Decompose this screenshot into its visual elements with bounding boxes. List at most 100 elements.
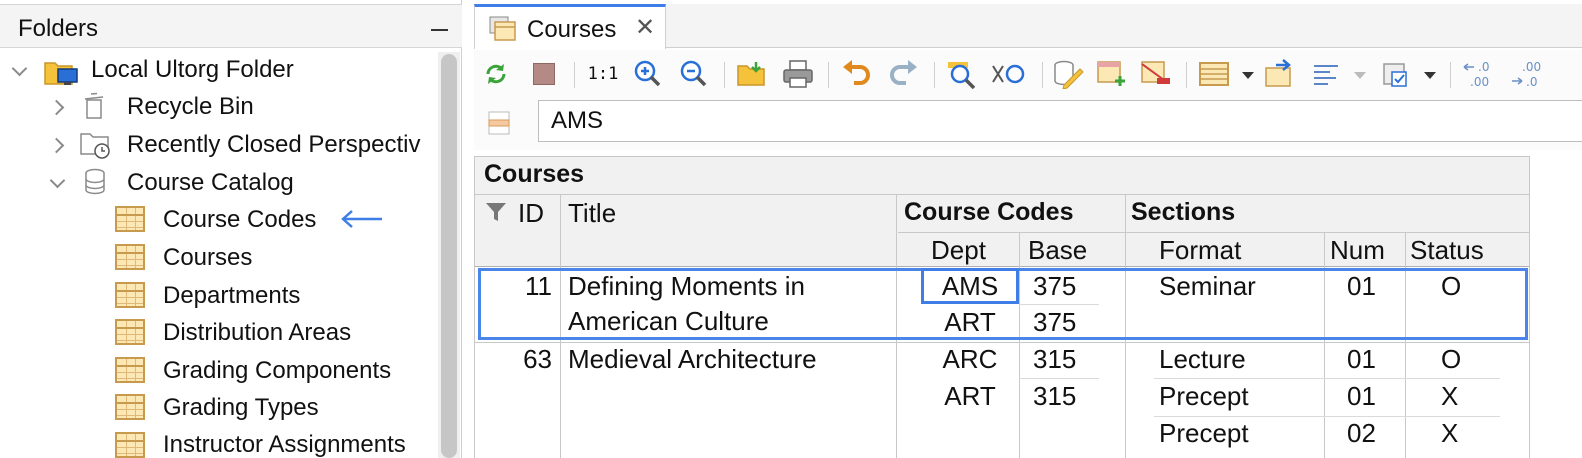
trash-icon: [84, 92, 104, 119]
header-id[interactable]: ID: [518, 198, 544, 229]
header-format[interactable]: Format: [1159, 235, 1241, 266]
courses-panel: Courses ✕ 1:1 .0 .00 .00 .0 AMS Courses …: [474, 0, 1582, 458]
tree-item-course-codes[interactable]: Course Codes: [163, 206, 316, 234]
cell-status[interactable]: X: [1441, 418, 1458, 449]
folders-title: Folders: [18, 15, 99, 42]
cell-dept[interactable]: AMS: [898, 271, 1042, 302]
scrollbar-thumb[interactable]: [441, 54, 457, 458]
perspective-icon: [489, 16, 516, 41]
header-status[interactable]: Status: [1410, 235, 1484, 266]
tree-item-courses[interactable]: Courses: [163, 244, 252, 272]
chevron-down-icon[interactable]: [1354, 72, 1366, 79]
delete-row-icon[interactable]: [1140, 58, 1172, 90]
cell-id[interactable]: 63: [474, 344, 552, 375]
cell-num[interactable]: 01: [1347, 344, 1376, 375]
grid-title: Courses: [484, 160, 585, 188]
cell-num[interactable]: 01: [1347, 271, 1376, 302]
tree-item-course-catalog[interactable]: Course Catalog: [127, 169, 294, 197]
tree-item-recently-closed[interactable]: Recently Closed Perspectiv: [127, 131, 420, 159]
tree-item-root[interactable]: Local Ultorg Folder: [91, 56, 294, 84]
cell-base[interactable]: 315: [1033, 344, 1076, 375]
tree-item-grading-components[interactable]: Grading Components: [163, 357, 391, 385]
cell-num[interactable]: 01: [1347, 381, 1376, 412]
zoom-out-icon[interactable]: [678, 58, 710, 90]
header-sections[interactable]: Sections: [1131, 198, 1235, 227]
align-left-icon[interactable]: [1310, 58, 1342, 90]
refresh-icon[interactable]: [480, 58, 512, 90]
filter-input[interactable]: [538, 100, 1582, 142]
export-icon[interactable]: [1264, 58, 1296, 90]
left-arrow-icon: [341, 210, 382, 228]
table-icon: [115, 432, 145, 458]
expand-chevron-icon[interactable]: [48, 136, 68, 156]
find-replace-icon[interactable]: [990, 58, 1026, 90]
close-icon[interactable]: ✕: [635, 16, 655, 40]
cell-format[interactable]: Precept: [1159, 418, 1249, 449]
cell-status[interactable]: X: [1441, 381, 1458, 412]
table-icon: [115, 357, 145, 383]
table-icon: [115, 206, 145, 232]
zoom-in-icon[interactable]: [632, 58, 664, 90]
folder-monitor-icon: [44, 62, 78, 85]
cell-base[interactable]: 375: [1033, 307, 1076, 338]
table-layout-icon[interactable]: [1198, 58, 1230, 90]
minimize-button[interactable]: [428, 15, 452, 39]
cell-format[interactable]: Precept: [1159, 381, 1249, 412]
header-num[interactable]: Num: [1330, 235, 1385, 266]
checkbox-format-icon[interactable]: [1380, 58, 1412, 90]
chevron-down-icon[interactable]: [1242, 72, 1254, 79]
cell-title[interactable]: American Culture: [568, 306, 769, 337]
open-folder-icon[interactable]: [736, 58, 768, 90]
increase-decimals-icon[interactable]: .00.0: [1508, 58, 1548, 90]
find-icon[interactable]: [946, 58, 978, 90]
stop-icon[interactable]: [528, 58, 560, 90]
cell-dept[interactable]: ART: [898, 307, 1042, 338]
tree-item-instructor-assignments[interactable]: Instructor Assignments: [163, 431, 406, 458]
collapse-chevron-icon[interactable]: [10, 62, 30, 82]
header-title[interactable]: Title: [568, 198, 616, 229]
expand-chevron-icon[interactable]: [48, 98, 68, 118]
tab-courses[interactable]: Courses ✕: [474, 4, 666, 49]
cell-id[interactable]: 11: [474, 271, 552, 302]
cell-base[interactable]: 315: [1033, 381, 1076, 412]
filter-funnel-icon[interactable]: [484, 200, 508, 224]
cell-title[interactable]: Medieval Architecture: [568, 344, 817, 375]
table-icon: [115, 319, 145, 345]
redo-icon[interactable]: [888, 58, 920, 90]
data-grid: Courses ID Title Course Codes Sections D…: [474, 156, 1530, 458]
print-icon[interactable]: [782, 58, 814, 90]
cell-dept[interactable]: ARC: [898, 344, 1042, 375]
collapse-chevron-icon[interactable]: [48, 174, 68, 194]
header-course-codes[interactable]: Course Codes: [904, 198, 1073, 227]
table-icon: [115, 394, 145, 420]
decrease-decimals-icon[interactable]: .0.00: [1460, 58, 1500, 90]
cell-num[interactable]: 02: [1347, 418, 1376, 449]
table-icon: [115, 282, 145, 308]
chevron-down-icon[interactable]: [1424, 72, 1436, 79]
header-base[interactable]: Base: [1028, 235, 1087, 266]
table-icon: [115, 244, 145, 270]
tree-item-distribution-areas[interactable]: Distribution Areas: [163, 319, 351, 347]
tab-label: Courses: [527, 16, 617, 43]
insert-row-icon[interactable]: [1096, 58, 1128, 90]
folders-panel: Folders Local Ultorg Folder Recycle Bin …: [0, 0, 462, 458]
tree-item-departments[interactable]: Departments: [163, 282, 300, 310]
svg-text:.00: .00: [1470, 75, 1489, 89]
svg-text:.00: .00: [1522, 60, 1541, 74]
cell-format[interactable]: Lecture: [1159, 344, 1246, 375]
cell-status[interactable]: O: [1441, 271, 1461, 302]
undo-icon[interactable]: [840, 58, 872, 90]
tree-item-grading-types[interactable]: Grading Types: [163, 394, 319, 422]
cell-dept[interactable]: ART: [898, 381, 1042, 412]
header-dept[interactable]: Dept: [898, 235, 1019, 266]
zoom-reset-button[interactable]: 1:1: [586, 58, 620, 90]
folders-scrollbar[interactable]: [438, 52, 460, 458]
cell-title[interactable]: Defining Moments in: [568, 271, 805, 302]
cell-status[interactable]: O: [1441, 344, 1461, 375]
svg-text:.0: .0: [1526, 75, 1537, 89]
cell-format[interactable]: Seminar: [1159, 271, 1256, 302]
cell-base[interactable]: 375: [1033, 271, 1076, 302]
edit-schema-icon[interactable]: [1052, 58, 1084, 90]
tree-item-recycle-bin[interactable]: Recycle Bin: [127, 93, 254, 121]
svg-text:.0: .0: [1478, 60, 1489, 74]
